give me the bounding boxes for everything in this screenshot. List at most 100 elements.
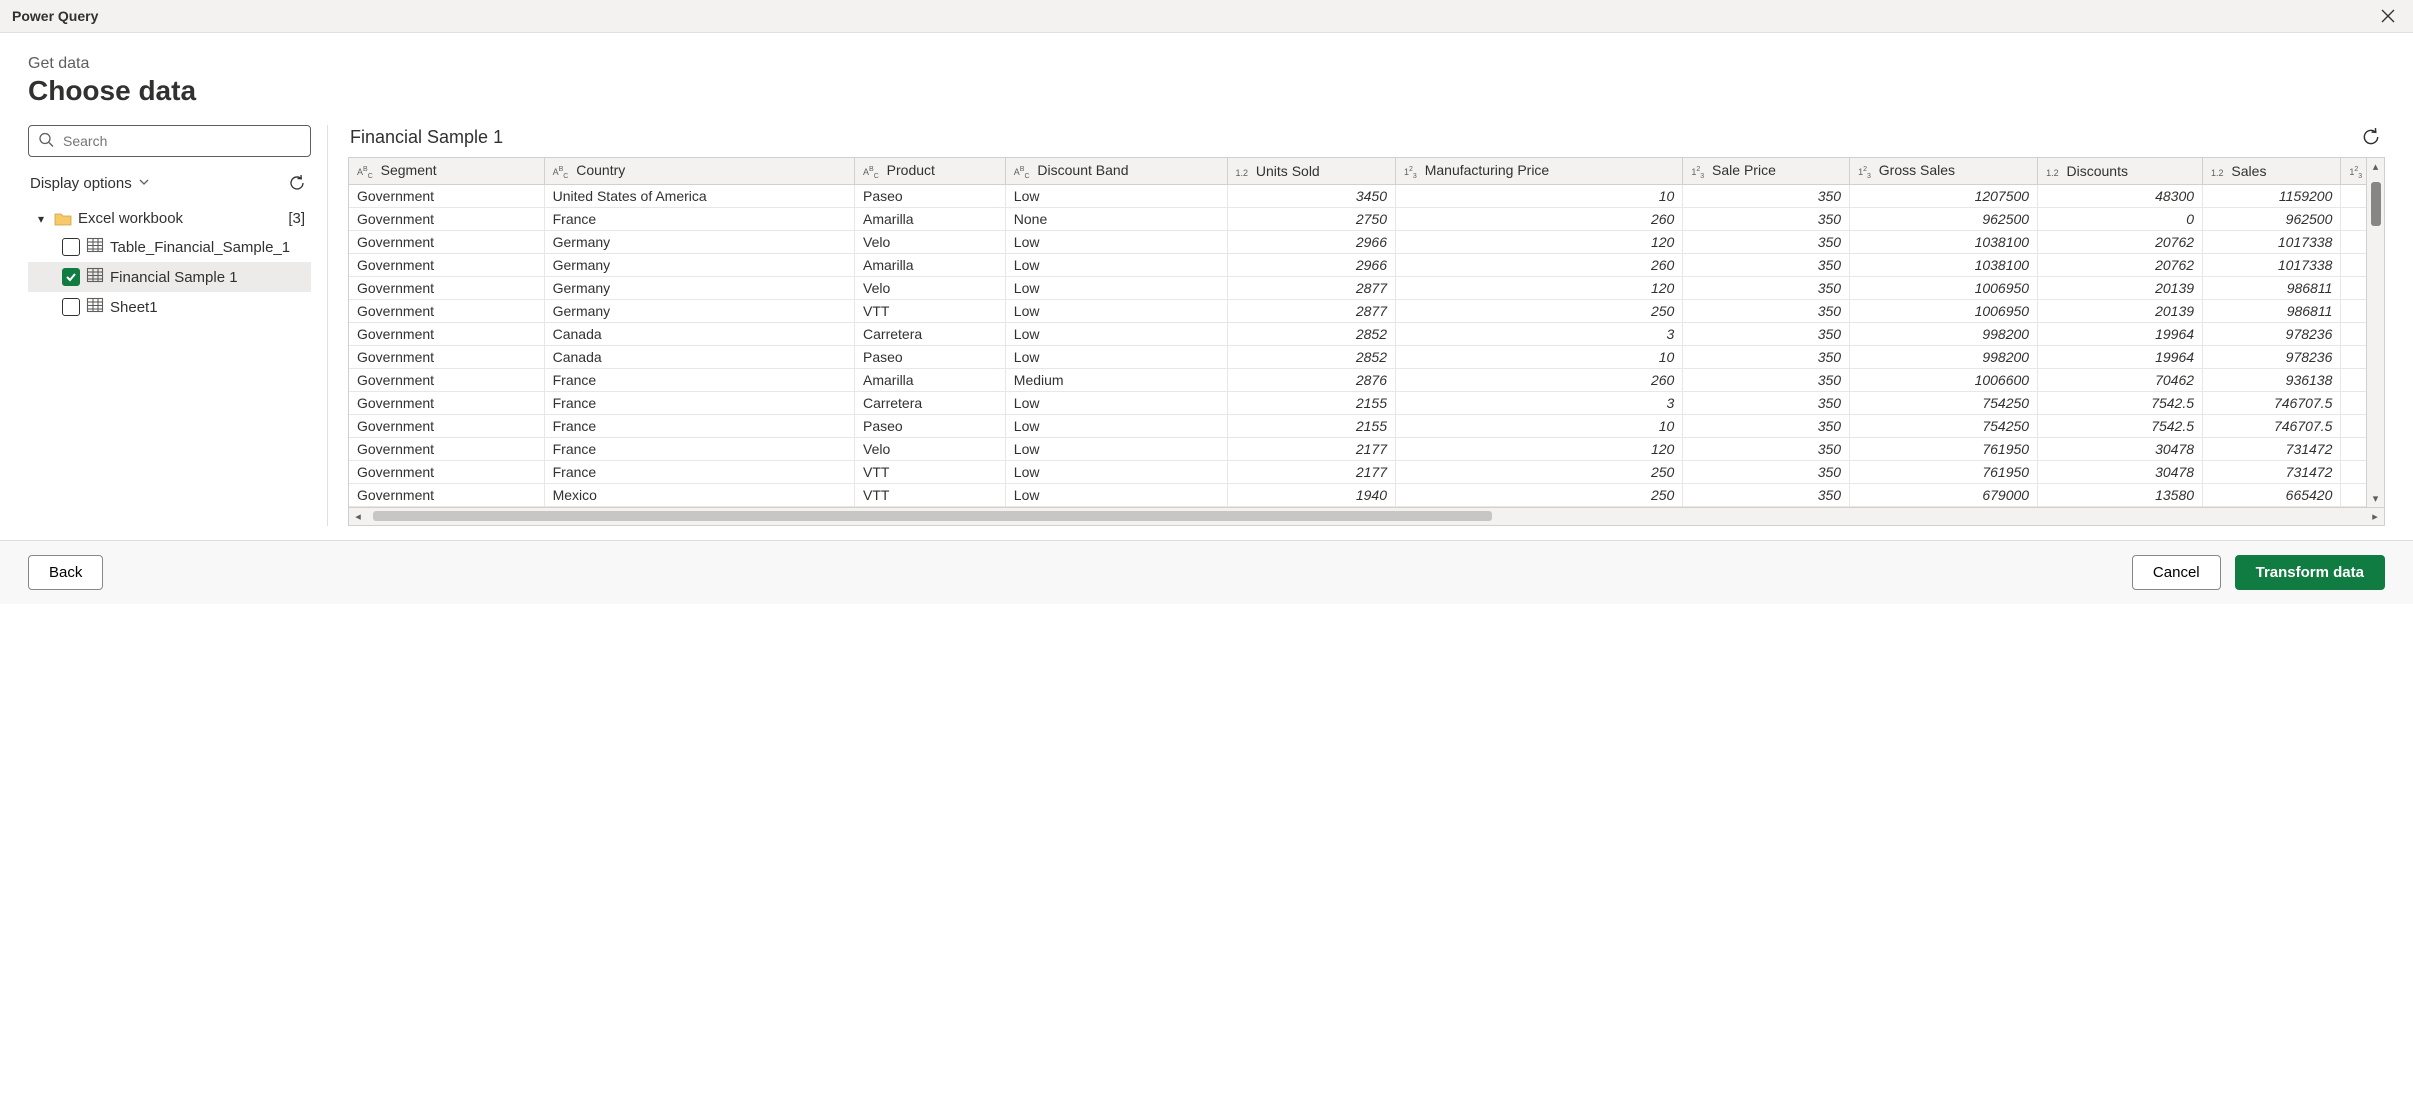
vertical-scroll-thumb[interactable] [2371,182,2381,226]
tree-root-excel-workbook[interactable]: ▾ Excel workbook [3] [28,205,311,232]
table-cell: Canada [544,345,854,368]
cancel-button[interactable]: Cancel [2132,555,2221,590]
table-cell: Amarilla [855,253,1006,276]
vertical-scrollbar[interactable]: ▴ ▾ [2366,158,2384,507]
column-header[interactable]: 123 Sale Price [1683,158,1850,184]
tree-item[interactable]: Sheet1 [28,292,311,322]
table-row[interactable]: GovernmentMexicoVTTLow194025035067900013… [349,483,2384,506]
column-header[interactable]: ABC Segment [349,158,544,184]
column-header[interactable]: 123 Manufacturing Price [1396,158,1683,184]
horizontal-scroll-thumb[interactable] [373,511,1492,521]
table-cell: Canada [544,322,854,345]
refresh-navigator-button[interactable] [285,171,309,195]
table-cell: 7542.5 [2038,414,2203,437]
table-cell: 962500 [2203,207,2341,230]
table-cell: VTT [855,299,1006,322]
table-row[interactable]: GovernmentCanadaCarreteraLow285233509982… [349,322,2384,345]
table-cell: 761950 [1850,437,2038,460]
scroll-right-icon[interactable]: ▸ [2366,510,2384,523]
table-cell: 350 [1683,460,1850,483]
table-row[interactable]: GovernmentGermanyAmarillaLow296626035010… [349,253,2384,276]
table-cell: 2177 [1227,437,1396,460]
table-cell: Government [349,230,544,253]
table-cell: 3 [1396,322,1683,345]
table-cell: 48300 [2038,184,2203,207]
table-cell: 1940 [1227,483,1396,506]
table-cell: 350 [1683,253,1850,276]
checkbox[interactable] [62,298,80,316]
display-options-dropdown[interactable]: Display options [30,175,150,192]
display-options-label: Display options [30,175,132,192]
tree-item[interactable]: Table_Financial_Sample_1 [28,232,311,262]
table-cell: 978236 [2203,322,2341,345]
table-cell: 350 [1683,276,1850,299]
table-cell: 350 [1683,184,1850,207]
horizontal-scrollbar[interactable]: ◂ ▸ [349,507,2384,525]
table-cell: 761950 [1850,460,2038,483]
search-input[interactable] [28,125,311,157]
checkbox[interactable] [62,238,80,256]
table-row[interactable]: GovernmentCanadaPaseoLow2852103509982001… [349,345,2384,368]
table-cell: Amarilla [855,207,1006,230]
table-cell: 731472 [2203,437,2341,460]
table-cell: Velo [855,276,1006,299]
table-cell: 731472 [2203,460,2341,483]
table-cell: 350 [1683,322,1850,345]
tree-item[interactable]: Financial Sample 1 [28,262,311,292]
column-header[interactable]: ABC Country [544,158,854,184]
column-header-label: Gross Sales [1875,162,1955,178]
column-header[interactable]: 1.2 Discounts [2038,158,2203,184]
scroll-left-icon[interactable]: ◂ [349,510,367,523]
breadcrumb: Get data [28,55,2385,73]
table-cell: 1207500 [1850,184,2038,207]
table-cell: United States of America [544,184,854,207]
table-row[interactable]: GovernmentGermanyVeloLow2966120350103810… [349,230,2384,253]
table-cell: 250 [1396,460,1683,483]
table-row[interactable]: GovernmentFranceVTTLow217725035076195030… [349,460,2384,483]
scroll-down-icon[interactable]: ▾ [2367,492,2385,505]
table-cell: Germany [544,276,854,299]
table-cell: 20762 [2038,230,2203,253]
table-cell: Germany [544,299,854,322]
column-header[interactable]: ABC Product [855,158,1006,184]
table-cell: Low [1005,414,1227,437]
table-row[interactable]: GovernmentFranceCarreteraLow215533507542… [349,391,2384,414]
table-cell: Medium [1005,368,1227,391]
table-row[interactable]: GovernmentFranceAmarillaNone275026035096… [349,207,2384,230]
table-cell: 746707.5 [2203,414,2341,437]
table-cell: 2852 [1227,345,1396,368]
table-cell: 665420 [2203,483,2341,506]
table-cell: 3450 [1227,184,1396,207]
column-header[interactable]: 1.2 Sales [2203,158,2341,184]
table-row[interactable]: GovernmentGermanyVeloLow2877120350100695… [349,276,2384,299]
table-cell: 19964 [2038,345,2203,368]
table-row[interactable]: GovernmentUnited States of AmericaPaseoL… [349,184,2384,207]
refresh-preview-button[interactable] [2359,125,2383,149]
table-row[interactable]: GovernmentFranceAmarillaMedium2876260350… [349,368,2384,391]
column-header[interactable]: 1.2 Units Sold [1227,158,1396,184]
table-cell: 1006950 [1850,299,2038,322]
table-row[interactable]: GovernmentGermanyVTTLow28772503501006950… [349,299,2384,322]
table-cell: 30478 [2038,460,2203,483]
table-cell: Government [349,368,544,391]
table-cell: Government [349,483,544,506]
checkbox[interactable] [62,268,80,286]
table-cell: 350 [1683,437,1850,460]
table-cell: 998200 [1850,345,2038,368]
column-header[interactable]: ABC Discount Band [1005,158,1227,184]
table-cell: 2852 [1227,322,1396,345]
table-cell: 13580 [2038,483,2203,506]
table-row[interactable]: GovernmentFranceVeloLow21771203507619503… [349,437,2384,460]
back-button[interactable]: Back [28,555,103,590]
table-cell: VTT [855,460,1006,483]
table-cell: Low [1005,391,1227,414]
scroll-up-icon[interactable]: ▴ [2367,160,2385,173]
table-cell: 120 [1396,230,1683,253]
preview-title: Financial Sample 1 [350,127,503,148]
table-row[interactable]: GovernmentFrancePaseoLow2155103507542507… [349,414,2384,437]
table-cell: 2750 [1227,207,1396,230]
column-header[interactable]: 123 Gross Sales [1850,158,2038,184]
close-icon[interactable] [2375,9,2401,23]
transform-data-button[interactable]: Transform data [2235,555,2385,590]
titlebar-title: Power Query [12,8,98,24]
